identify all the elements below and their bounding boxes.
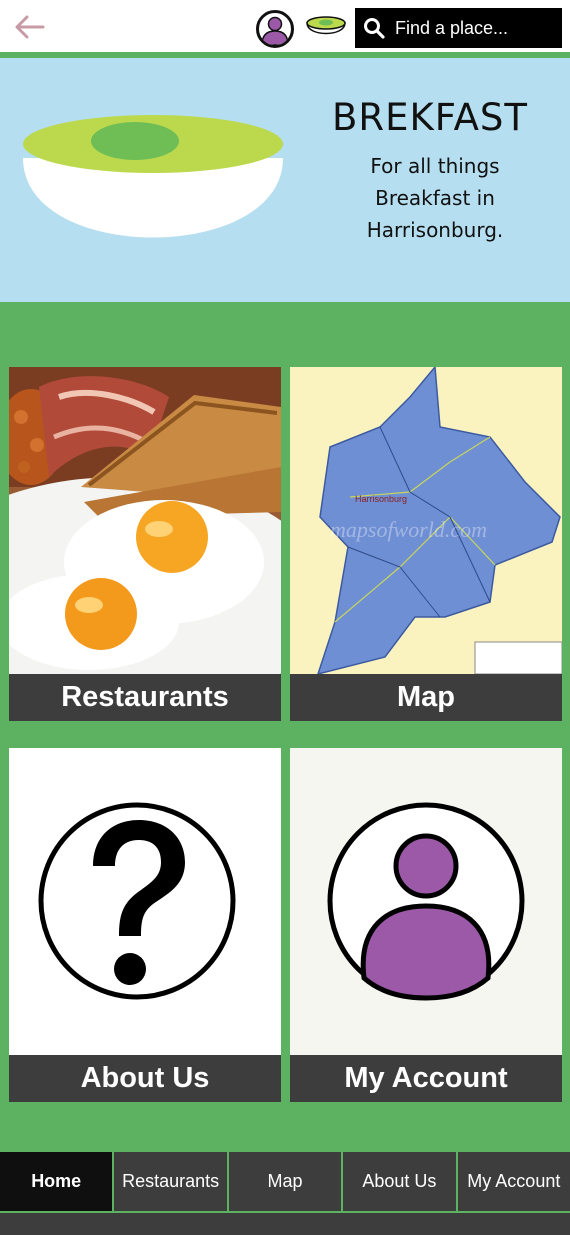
footer-strip xyxy=(0,1211,570,1235)
restaurants-card[interactable]: Restaurants xyxy=(9,367,281,721)
tagline-line: For all things xyxy=(370,154,500,178)
nav-about-us[interactable]: About Us xyxy=(343,1151,458,1211)
map-city-text: Harrisonburg xyxy=(355,494,407,504)
main-section: Restaurants Harrisonburg mapsofworld.com… xyxy=(0,302,570,1151)
harrisonburg-map: Harrisonburg mapsofworld.com xyxy=(290,367,562,674)
bowl-logo-icon xyxy=(306,16,346,35)
user-account-icon xyxy=(290,748,562,1055)
bowl-logo-button[interactable] xyxy=(305,15,347,39)
nav-my-account[interactable]: My Account xyxy=(457,1151,570,1211)
account-avatar-button[interactable] xyxy=(256,10,294,48)
map-label: Map xyxy=(290,674,562,721)
back-arrow-icon xyxy=(15,15,45,39)
question-mark-icon xyxy=(9,748,281,1055)
search-icon xyxy=(364,18,385,39)
site-tagline: For all things Breakfast in Harrisonburg… xyxy=(330,150,540,246)
map-card[interactable]: Harrisonburg mapsofworld.com Map xyxy=(290,367,562,721)
tagline-line: Harrisonburg. xyxy=(366,218,504,242)
tagline-line: Breakfast in xyxy=(375,186,495,210)
bowl-logo-large xyxy=(23,115,283,238)
user-avatar-icon xyxy=(261,16,289,45)
search-input[interactable]: Find a place... xyxy=(355,8,562,48)
restaurants-label: Restaurants xyxy=(9,674,281,721)
my-account-card[interactable]: My Account xyxy=(290,748,562,1102)
nav-map[interactable]: Map xyxy=(228,1151,344,1211)
about-us-card[interactable]: About Us xyxy=(9,748,281,1102)
nav-home[interactable]: Home xyxy=(0,1151,115,1211)
search-placeholder: Find a place... xyxy=(395,17,509,38)
nav-restaurants[interactable]: Restaurants xyxy=(114,1151,229,1211)
site-title: BREKFAST xyxy=(331,96,529,139)
my-account-label: My Account xyxy=(290,1055,562,1102)
map-watermark: mapsofworld.com xyxy=(330,517,487,542)
hero-banner: BREKFAST For all things Breakfast in Har… xyxy=(0,58,570,302)
bottom-nav: Home Restaurants Map About Us My Account xyxy=(0,1151,570,1211)
back-button[interactable] xyxy=(10,8,48,46)
breakfast-plate-photo xyxy=(9,367,281,674)
top-bar: Find a place... xyxy=(0,0,570,52)
about-us-label: About Us xyxy=(9,1055,281,1102)
